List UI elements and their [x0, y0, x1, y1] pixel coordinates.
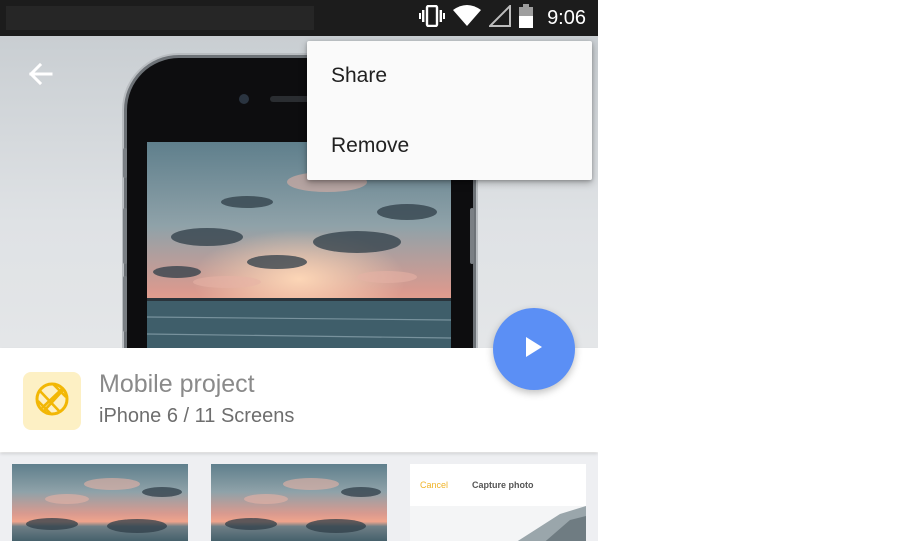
overflow-menu: Share Remove: [307, 41, 592, 180]
capture-preview-image: [410, 506, 586, 541]
capture-title: Capture photo: [472, 480, 534, 490]
capture-header: Cancel Capture photo: [410, 464, 586, 496]
status-notifications-redacted: [6, 6, 314, 30]
status-bar: 9:06: [0, 0, 598, 36]
project-title: Mobile project: [99, 370, 255, 398]
device-mute-switch: [123, 148, 127, 178]
screen-thumbnail[interactable]: [211, 464, 387, 541]
play-prototype-button[interactable]: [493, 308, 575, 390]
signal-icon: [487, 3, 512, 31]
project-subtitle: iPhone 6 / 11 Screens: [99, 405, 295, 427]
arrow-left-icon: [27, 62, 53, 90]
capture-cancel-label: Cancel: [420, 480, 449, 490]
screen-thumbnail[interactable]: [12, 464, 188, 541]
vibrate-icon: [419, 4, 446, 31]
play-icon: [523, 335, 545, 363]
device-volume-down: [123, 276, 127, 332]
app-screen: 9:06 Mobile project iPhone 6 / 11 Screen…: [0, 0, 598, 541]
menu-item-remove[interactable]: Remove: [307, 111, 592, 181]
screens-grid: Cancel Capture photo: [0, 453, 598, 541]
wifi-icon: [453, 5, 482, 31]
project-icon: [23, 372, 81, 430]
screen-thumbnail-capture-photo[interactable]: Cancel Capture photo: [410, 464, 586, 541]
status-icons: 9:06: [419, 0, 586, 36]
device-power-button: [470, 208, 474, 264]
device-volume-up: [123, 208, 127, 264]
menu-item-share[interactable]: Share: [307, 41, 592, 111]
aperture-icon: [34, 381, 70, 421]
back-button[interactable]: [20, 56, 60, 96]
status-time: 9:06: [547, 6, 586, 29]
device-camera: [239, 94, 249, 104]
battery-icon: [519, 4, 534, 32]
